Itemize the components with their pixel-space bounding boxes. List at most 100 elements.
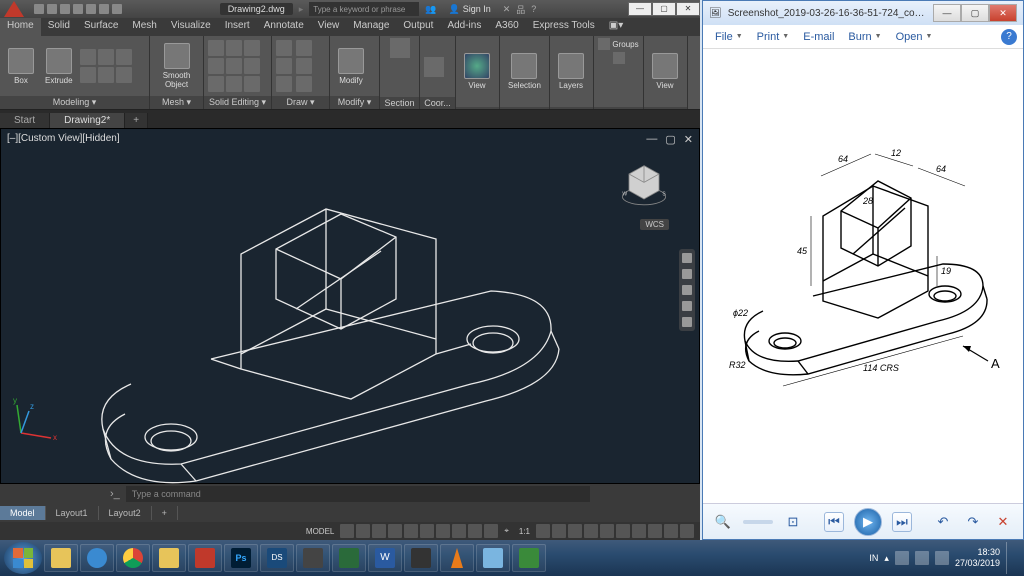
status-snap-icon[interactable]	[356, 524, 370, 538]
task-autocad[interactable]	[188, 544, 222, 572]
showmotion-icon[interactable]	[682, 317, 692, 327]
loft-icon[interactable]	[98, 49, 114, 65]
tab-view[interactable]: View	[311, 18, 347, 36]
tab-visualize[interactable]: Visualize	[164, 18, 218, 36]
doc-tab-new[interactable]: +	[125, 113, 148, 128]
circle-icon[interactable]	[276, 58, 292, 74]
pv-minimize-button[interactable]: —	[933, 4, 961, 22]
status-annomonitor-icon[interactable]	[568, 524, 582, 538]
pv-menu-burn[interactable]: Burn▼	[842, 29, 887, 45]
viewcube[interactable]: WS	[619, 159, 669, 209]
ucs-icon[interactable]	[424, 57, 444, 77]
status-custom-icon[interactable]	[680, 524, 694, 538]
rect-icon[interactable]	[276, 76, 292, 92]
doc-tab-drawing2[interactable]: Drawing2*	[50, 113, 125, 128]
vp-minimize-icon[interactable]: —	[646, 133, 657, 146]
tray-volume-icon[interactable]	[935, 551, 949, 565]
task-ie[interactable]	[80, 544, 114, 572]
status-dyn-icon[interactable]	[452, 524, 466, 538]
pv-delete-button[interactable]: ✕	[993, 512, 1013, 532]
qat-redo-icon[interactable]	[112, 4, 122, 14]
qat-new-icon[interactable]	[34, 4, 44, 14]
extrude-button[interactable]: Extrude	[41, 46, 77, 87]
tray-lang[interactable]: IN	[869, 553, 878, 563]
polysolid-icon[interactable]	[98, 67, 114, 83]
imprint-icon[interactable]	[244, 58, 260, 74]
start-button[interactable]	[4, 542, 42, 574]
shell-icon[interactable]	[244, 76, 260, 92]
infocenter-icon[interactable]: 👥	[425, 4, 436, 15]
doc-tab-start[interactable]: Start	[0, 113, 50, 128]
panel-title-modify[interactable]: Modify ▾	[330, 96, 379, 109]
pv-zoom-slider[interactable]	[743, 520, 773, 524]
maximize-button[interactable]: ▢	[652, 2, 676, 16]
solid-icon[interactable]	[116, 67, 132, 83]
task-catia[interactable]: DS	[260, 544, 294, 572]
layout-tab-layout1[interactable]: Layout1	[46, 506, 99, 520]
task-app2[interactable]	[332, 544, 366, 572]
tab-insert[interactable]: Insert	[218, 18, 257, 36]
panel-title-mesh[interactable]: Mesh ▾	[150, 96, 203, 109]
status-ortho-icon[interactable]	[372, 524, 386, 538]
zoom-icon[interactable]	[682, 285, 692, 295]
pv-menu-open[interactable]: Open▼	[890, 29, 939, 45]
task-vlc[interactable]	[440, 544, 474, 572]
ungroup-icon[interactable]	[613, 52, 625, 64]
tab-a360[interactable]: A360	[488, 18, 525, 36]
pan-icon[interactable]	[682, 269, 692, 279]
tab-mesh[interactable]: Mesh	[125, 18, 163, 36]
status-grid-icon[interactable]	[340, 524, 354, 538]
status-transparency-icon[interactable]	[484, 524, 498, 538]
pv-maximize-button[interactable]: ▢	[961, 4, 989, 22]
spline-icon[interactable]	[296, 76, 312, 92]
help-search-input[interactable]: Type a keyword or phrase	[309, 2, 419, 16]
qat-open-icon[interactable]	[47, 4, 57, 14]
tray-network-icon[interactable]	[915, 551, 929, 565]
show-desktop-button[interactable]	[1006, 542, 1014, 574]
vp-close-icon[interactable]: ✕	[684, 133, 693, 146]
vp-maximize-icon[interactable]: ▢	[665, 133, 675, 146]
close-button[interactable]: ✕	[676, 2, 700, 16]
pv-prev-button[interactable]: ⏮	[824, 512, 844, 532]
status-polar-icon[interactable]	[388, 524, 402, 538]
tab-home[interactable]: Home	[0, 18, 41, 36]
pv-menu-file[interactable]: File▼	[709, 29, 749, 45]
panel-title-section[interactable]: Section	[380, 97, 419, 109]
tray-action-center-icon[interactable]	[895, 551, 909, 565]
signin-button[interactable]: 👤 Sign In	[442, 4, 496, 15]
tab-annotate[interactable]: Annotate	[257, 18, 311, 36]
section-icon[interactable]	[390, 38, 410, 58]
tab-solid[interactable]: Solid	[41, 18, 77, 36]
task-photoshop[interactable]: Ps	[224, 544, 258, 572]
task-chrome[interactable]	[116, 544, 150, 572]
status-3dosnap-icon[interactable]	[420, 524, 434, 538]
qat-plot-icon[interactable]	[86, 4, 96, 14]
qat-saveas-icon[interactable]	[73, 4, 83, 14]
task-app3[interactable]	[404, 544, 438, 572]
status-lock-icon[interactable]	[616, 524, 630, 538]
modify-button[interactable]: Modify	[334, 46, 368, 87]
pv-rotate-ccw-button[interactable]: ↶	[933, 512, 953, 532]
wcs-badge[interactable]: WCS	[640, 219, 669, 230]
pv-menu-print[interactable]: Print▼	[751, 29, 796, 45]
status-hardware-icon[interactable]	[632, 524, 646, 538]
help-icon[interactable]: ?	[531, 4, 536, 14]
pv-play-button[interactable]: ▶	[854, 508, 882, 536]
status-cleanscreen-icon[interactable]	[664, 524, 678, 538]
task-word[interactable]: W	[368, 544, 402, 572]
pv-help-button[interactable]: ?	[1001, 29, 1017, 45]
status-otrack-icon[interactable]	[436, 524, 450, 538]
chamfer-icon[interactable]	[226, 76, 242, 92]
polyline-icon[interactable]	[296, 40, 312, 56]
smoothobject-button[interactable]: Smooth Object	[154, 41, 199, 91]
selection-button[interactable]: Selection	[504, 51, 545, 92]
status-annoscale-icon[interactable]	[536, 524, 550, 538]
layout-tab-layout2[interactable]: Layout2	[99, 506, 152, 520]
task-app1[interactable]	[296, 544, 330, 572]
pv-zoomout-button[interactable]: 🔍	[713, 512, 733, 532]
status-model[interactable]: MODEL	[302, 527, 338, 536]
panel-title-solidediting[interactable]: Solid Editing ▾	[204, 96, 271, 109]
line-icon[interactable]	[276, 40, 292, 56]
tab-surface[interactable]: Surface	[77, 18, 125, 36]
task-photoviewer[interactable]	[476, 544, 510, 572]
